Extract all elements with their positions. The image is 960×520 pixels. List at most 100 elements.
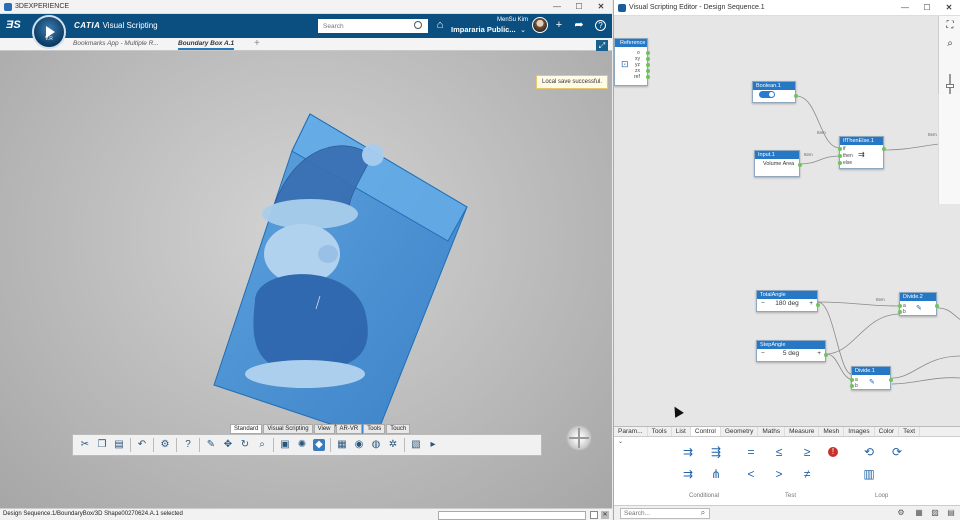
input-pin[interactable] — [838, 154, 842, 158]
output-pin[interactable] — [646, 75, 650, 79]
palette-tab-control[interactable]: Control — [690, 427, 721, 436]
palette-tab-parameters[interactable]: Param... — [614, 427, 648, 436]
loop-icon[interactable]: ⟲ — [862, 445, 876, 459]
status-checkbox[interactable] — [590, 511, 598, 519]
toolbar-tab-ar-vr[interactable]: AR-VR — [335, 424, 363, 434]
multi-if-icon[interactable]: ⇉ — [681, 467, 695, 481]
zoom-icon[interactable]: ⌕ — [256, 439, 268, 451]
output-pin[interactable] — [798, 163, 802, 167]
input-pin[interactable] — [838, 147, 842, 151]
image-icon[interactable]: ▨ — [930, 508, 940, 518]
input-pin[interactable] — [898, 304, 902, 308]
if-then-else-icon[interactable]: ⇉ — [681, 445, 695, 459]
toolbar-tab-view[interactable]: View — [313, 424, 335, 434]
new-tab-icon[interactable]: + — [254, 38, 260, 49]
data-icon[interactable]: ▦ — [336, 439, 348, 451]
status-command-input[interactable] — [438, 511, 586, 520]
tag-icon[interactable]: ⌂ — [434, 19, 446, 31]
editor-close-button[interactable]: ✕ — [938, 3, 960, 12]
measure-icon[interactable]: ✎ — [205, 439, 217, 451]
chevron-down-icon[interactable]: ⌄ — [517, 25, 529, 37]
greater-than-icon[interactable]: > — [772, 467, 786, 481]
output-pin[interactable] — [889, 378, 893, 382]
equal-icon[interactable]: = — [744, 445, 758, 459]
share-icon[interactable]: ➦ — [573, 19, 585, 31]
avatar[interactable] — [532, 17, 548, 33]
node-ifthenelse[interactable]: IfThenElse.1 if then else ⇉ — [838, 136, 886, 169]
output-pin[interactable] — [646, 57, 650, 61]
switch-icon[interactable]: ⇶ — [709, 445, 723, 459]
node-total-angle[interactable]: TotalAngle − 180 deg + — [756, 290, 820, 312]
camera-icon[interactable]: ▧ — [410, 439, 422, 451]
search-icon[interactable]: ⌕ — [698, 508, 708, 518]
fit-view-icon[interactable]: ⛶ — [944, 20, 956, 32]
compass-widget[interactable]: V.R — [32, 15, 66, 49]
minimize-button[interactable]: — — [546, 2, 568, 11]
update-icon[interactable]: ⚙ — [159, 439, 171, 451]
close-button[interactable]: ✕ — [590, 2, 612, 11]
less-than-icon[interactable]: < — [744, 467, 758, 481]
input-pin[interactable] — [850, 378, 854, 382]
graph-canvas[interactable]: Item Item Item Item Reference o xy yz zx… — [614, 16, 960, 426]
rotate-icon[interactable]: ↻ — [239, 439, 251, 451]
paste-icon[interactable]: ▤ — [113, 439, 125, 451]
increment-button[interactable]: + — [817, 350, 821, 357]
palette-tab-images[interactable]: Images — [844, 427, 875, 436]
palette-tab-list[interactable]: List — [672, 427, 691, 436]
editor-minimize-button[interactable]: — — [894, 3, 916, 12]
status-close-icon[interactable]: ✕ — [601, 511, 609, 519]
boolean-toggle[interactable] — [759, 91, 775, 98]
undo-icon[interactable]: ↶ — [136, 439, 148, 451]
settings-icon[interactable]: ⚙ — [896, 508, 906, 518]
output-pin[interactable] — [646, 51, 650, 55]
total-angle-value[interactable]: 180 deg — [775, 300, 799, 307]
output-pin[interactable] — [646, 63, 650, 67]
maximize-button[interactable]: ☐ — [568, 2, 590, 11]
palette-tab-color[interactable]: Color — [875, 427, 900, 436]
palette-tab-text[interactable]: Text — [899, 427, 921, 436]
search-input[interactable] — [318, 19, 428, 33]
zoom-icon[interactable]: ⌕ — [944, 38, 956, 50]
greater-equal-icon[interactable]: ≥ — [800, 445, 814, 459]
3d-compass-icon[interactable] — [566, 425, 592, 451]
input-pin[interactable] — [838, 161, 842, 165]
help-icon[interactable]: ? — [595, 20, 606, 31]
node-divide-2[interactable]: Divide.2 a b ✎ — [898, 292, 939, 316]
editor-maximize-button[interactable]: ☐ — [916, 3, 938, 12]
palette-search-input[interactable] — [620, 508, 710, 519]
output-pin[interactable] — [646, 69, 650, 73]
node-step-angle[interactable]: StepAngle − 5 deg + — [756, 340, 828, 362]
step-angle-value[interactable]: 5 deg — [783, 350, 799, 357]
palette-tab-mesh[interactable]: Mesh — [819, 427, 845, 436]
toolbar-tab-touch[interactable]: Touch — [386, 424, 411, 434]
palette-tab-measure[interactable]: Measure — [785, 427, 820, 436]
toolbar-tab-visual-scripting[interactable]: Visual Scripting — [263, 424, 313, 434]
capture-icon[interactable]: ▣ — [279, 439, 291, 451]
less-equal-icon[interactable]: ≤ — [772, 445, 786, 459]
tab-boundary-box[interactable]: Boundary Box A.1 — [178, 40, 235, 50]
toolbar-tab-tools[interactable]: Tools — [363, 424, 386, 434]
input-pin[interactable] — [898, 310, 902, 314]
error-icon[interactable]: ! — [828, 447, 838, 457]
view-mode-icon[interactable]: ◆ — [313, 439, 325, 451]
increment-button[interactable]: + — [809, 300, 813, 307]
decrement-button[interactable]: − — [761, 300, 765, 307]
add-icon[interactable]: + — [553, 19, 565, 31]
cut-icon[interactable]: ✂ — [79, 439, 91, 451]
palette-tab-maths[interactable]: Maths — [758, 427, 786, 436]
loop-while-icon[interactable]: ⟳ — [890, 445, 904, 459]
help-tool-icon[interactable]: ? — [182, 439, 194, 451]
user-org[interactable]: Impararia Public... — [451, 25, 516, 34]
merge-icon[interactable]: ⋔ — [709, 467, 723, 481]
render-icon[interactable]: ✺ — [296, 439, 308, 451]
options-icon[interactable]: ✲ — [387, 439, 399, 451]
layout-icon[interactable]: ▤ — [946, 508, 956, 518]
more-icon[interactable]: ▸ — [427, 439, 439, 451]
toolbar-tab-standard[interactable]: Standard — [230, 424, 263, 434]
collapse-chevron-icon[interactable]: ⌄ — [618, 438, 623, 445]
palette-tab-geometry[interactable]: Geometry — [721, 427, 759, 436]
input-pin[interactable] — [850, 384, 854, 388]
grid-icon[interactable]: ▦ — [914, 508, 924, 518]
search-icon[interactable] — [414, 21, 422, 29]
pan-icon[interactable]: ✥ — [222, 439, 234, 451]
